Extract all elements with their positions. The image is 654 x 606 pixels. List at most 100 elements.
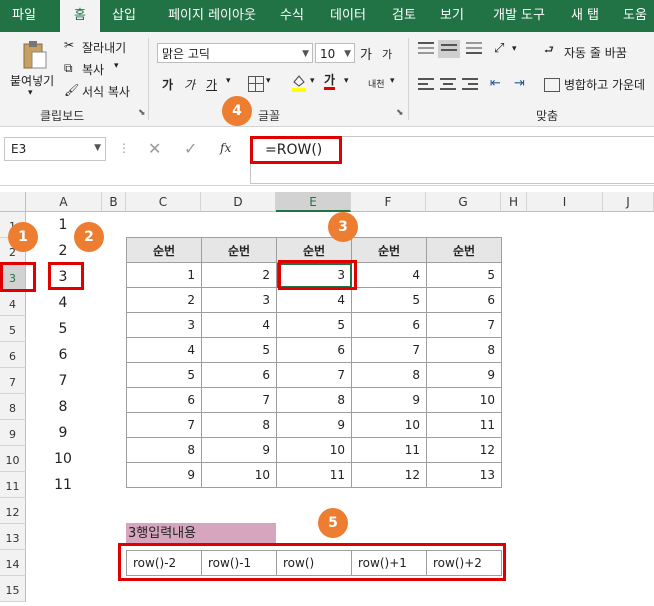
a-cell[interactable]: 10: [48, 446, 78, 472]
clipboard-launcher-icon[interactable]: ⬊: [138, 108, 146, 118]
table-cell[interactable]: 10: [201, 462, 277, 488]
column-header-b[interactable]: B: [102, 192, 126, 212]
tab-page-layout[interactable]: 페이지 레이아웃: [152, 0, 272, 32]
table-cell[interactable]: 2: [126, 287, 202, 313]
format-painter-button[interactable]: 서식 복사: [82, 83, 130, 100]
row-header-9[interactable]: 9: [0, 420, 26, 446]
table-cell[interactable]: 13: [426, 462, 502, 488]
table-cell[interactable]: 6: [201, 362, 277, 388]
orientation-icon[interactable]: ⤢: [494, 41, 504, 56]
table-cell[interactable]: 5: [276, 312, 352, 338]
row-header-10[interactable]: 10: [0, 446, 26, 472]
table-cell[interactable]: 9: [276, 412, 352, 438]
tab-developer[interactable]: 개발 도구: [480, 0, 558, 32]
table-cell[interactable]: 6: [126, 387, 202, 413]
column-header-h[interactable]: H: [501, 192, 527, 212]
increase-indent-icon[interactable]: ⇥: [514, 76, 525, 91]
table-cell[interactable]: 4: [351, 262, 427, 288]
table-cell[interactable]: 10: [426, 387, 502, 413]
tab-insert[interactable]: 삽입: [104, 0, 144, 32]
font-launcher-icon[interactable]: ⬊: [396, 108, 404, 118]
table-cell[interactable]: 9: [201, 437, 277, 463]
tab-home[interactable]: 홈: [60, 0, 100, 33]
grow-font-button[interactable]: 가: [360, 44, 372, 63]
column-header-g[interactable]: G: [426, 192, 501, 212]
table-cell[interactable]: 7: [201, 387, 277, 413]
bold-button[interactable]: 가: [162, 76, 173, 93]
table-cell[interactable]: 12: [351, 462, 427, 488]
table-cell[interactable]: 3: [126, 312, 202, 338]
table-cell[interactable]: 11: [276, 462, 352, 488]
enter-icon[interactable]: ✓: [184, 139, 197, 158]
table-cell[interactable]: 5: [426, 262, 502, 288]
table-cell[interactable]: 8: [126, 437, 202, 463]
select-all-corner[interactable]: [0, 192, 26, 212]
borders-icon[interactable]: [248, 76, 264, 92]
table-cell[interactable]: 7: [126, 412, 202, 438]
tab-data[interactable]: 데이터: [322, 0, 374, 32]
table-cell[interactable]: 8: [351, 362, 427, 388]
row-header-14[interactable]: 14: [0, 550, 26, 576]
row-header-12[interactable]: 12: [0, 498, 26, 524]
row-header-13[interactable]: 13: [0, 524, 26, 550]
tab-new[interactable]: 새 탭: [562, 0, 608, 32]
table-cell[interactable]: 10: [351, 412, 427, 438]
tab-formulas[interactable]: 수식: [272, 0, 312, 32]
table-cell[interactable]: 9: [351, 387, 427, 413]
insert-function-button[interactable]: fx: [220, 141, 231, 155]
font-color-dropdown-icon[interactable]: ▾: [344, 76, 349, 86]
a-cell[interactable]: 9: [48, 420, 78, 446]
merge-center-icon[interactable]: [544, 78, 560, 92]
merge-center-button[interactable]: 병합하고 가운데: [564, 76, 645, 93]
column-header-a[interactable]: A: [26, 192, 102, 212]
a-cell[interactable]: 8: [48, 394, 78, 420]
wrap-text-button[interactable]: 자동 줄 바꿈: [564, 44, 627, 61]
tab-view[interactable]: 보기: [432, 0, 472, 32]
row13-label[interactable]: 3행입력내용: [126, 523, 276, 545]
copy-dropdown-icon[interactable]: ▾: [114, 61, 119, 71]
row-header-5[interactable]: 5: [0, 316, 26, 342]
row-header-15[interactable]: 15: [0, 576, 26, 602]
table-cell[interactable]: 5: [201, 337, 277, 363]
underline-dropdown-icon[interactable]: ▾: [226, 76, 231, 86]
fill-color-icon[interactable]: [292, 74, 306, 92]
align-right-icon[interactable]: [462, 78, 478, 90]
table-cell[interactable]: 6: [276, 337, 352, 363]
row-header-11[interactable]: 11: [0, 472, 26, 498]
table-cell[interactable]: 2: [201, 262, 277, 288]
wrap-text-icon[interactable]: ⮐: [544, 41, 554, 60]
column-header-e[interactable]: E: [276, 192, 351, 212]
table-header[interactable]: 순번: [426, 237, 502, 263]
table-cell[interactable]: 9: [426, 362, 502, 388]
table-cell[interactable]: 9: [126, 462, 202, 488]
table-cell[interactable]: 11: [426, 412, 502, 438]
cut-icon[interactable]: ✂: [64, 38, 74, 52]
tab-help[interactable]: 도움: [616, 0, 654, 32]
table-cell[interactable]: 12: [426, 437, 502, 463]
fill-color-dropdown-icon[interactable]: ▾: [310, 76, 315, 86]
underline-button[interactable]: 가: [206, 76, 217, 93]
align-left-icon[interactable]: [418, 78, 434, 90]
format-painter-icon[interactable]: 🖌: [64, 83, 79, 97]
align-top-icon[interactable]: [418, 42, 434, 56]
a-cell[interactable]: 5: [48, 316, 78, 342]
a-cell[interactable]: 11: [48, 472, 78, 498]
a-cell[interactable]: 6: [48, 342, 78, 368]
column-header-c[interactable]: C: [126, 192, 201, 212]
table-header[interactable]: 순번: [351, 237, 427, 263]
name-box[interactable]: E3 ▼: [4, 137, 106, 161]
table-cell[interactable]: 7: [426, 312, 502, 338]
table-cell[interactable]: 4: [276, 287, 352, 313]
table-cell[interactable]: 8: [276, 387, 352, 413]
table-cell[interactable]: 7: [351, 337, 427, 363]
table-cell[interactable]: 5: [351, 287, 427, 313]
decrease-indent-icon[interactable]: ⇤: [490, 76, 501, 91]
tab-file[interactable]: 파일: [0, 0, 48, 32]
orientation-dropdown-icon[interactable]: ▾: [512, 44, 517, 54]
table-cell[interactable]: 8: [426, 337, 502, 363]
table-cell[interactable]: 10: [276, 437, 352, 463]
table-cell[interactable]: 11: [351, 437, 427, 463]
row-header-4[interactable]: 4: [0, 290, 26, 316]
table-cell[interactable]: 1: [126, 262, 202, 288]
table-header[interactable]: 순번: [126, 237, 202, 263]
